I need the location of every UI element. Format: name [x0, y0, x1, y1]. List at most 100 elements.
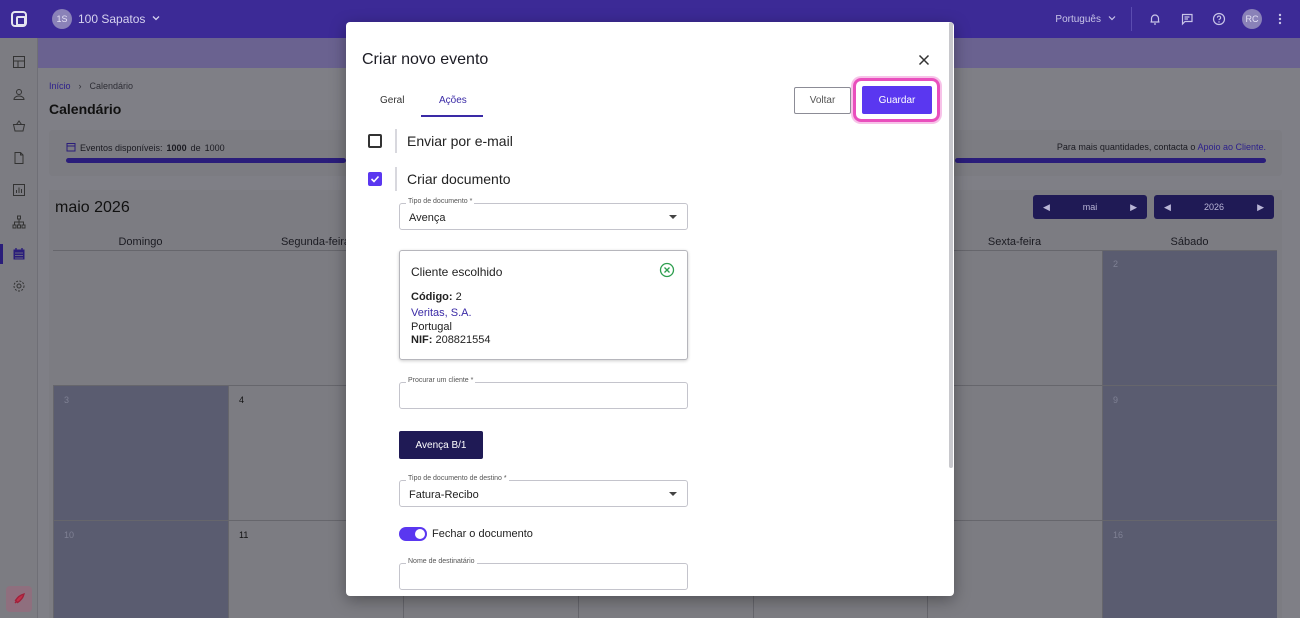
help-icon[interactable]	[1210, 10, 1228, 28]
weekday-saturday: Sábado	[1170, 236, 1209, 248]
client-code-value: 2	[455, 291, 462, 303]
year-navigator: ◀ 2026 ▶	[1154, 195, 1274, 219]
active-tab-indicator	[421, 115, 483, 117]
tab-geral[interactable]: Geral	[380, 95, 404, 106]
support-link[interactable]: Apoio ao Cliente.	[1197, 142, 1266, 152]
target-doc-type-value: Fatura-Recibo	[409, 489, 479, 501]
caret-down-icon	[669, 492, 677, 496]
save-button[interactable]: Guardar	[862, 86, 932, 114]
back-button[interactable]: Voltar	[794, 87, 851, 114]
day-number: 10	[64, 530, 75, 540]
month-label: mai	[1082, 202, 1098, 212]
calendar-day-cell[interactable]: 3	[53, 386, 228, 520]
day-number: 16	[1113, 530, 1124, 540]
client-nif-label: NIF:	[411, 334, 433, 346]
document-action-row: Criar documento	[368, 167, 511, 191]
client-nif-value: 208821554	[435, 334, 491, 346]
user-icon[interactable]	[0, 78, 38, 110]
email-action-label: Enviar por e-mail	[407, 133, 513, 149]
day-number: 2	[1113, 259, 1119, 269]
caret-down-icon	[669, 215, 677, 219]
document-checkbox[interactable]	[368, 172, 382, 186]
calendar-day-cell[interactable]	[753, 596, 928, 618]
calendar-day-cell[interactable]: 10	[53, 521, 228, 618]
more-vertical-icon[interactable]	[1276, 10, 1284, 28]
next-year-button[interactable]: ▶	[1257, 202, 1264, 213]
calendar-day-cell[interactable]	[403, 596, 578, 618]
document-icon[interactable]	[0, 142, 38, 174]
client-nif: NIF: 208821554	[411, 334, 491, 346]
doc-type-legend: Tipo de documento *	[406, 198, 475, 205]
events-of: de	[190, 143, 201, 153]
events-progress-bar	[955, 158, 1266, 163]
prev-month-button[interactable]: ◀	[1043, 202, 1050, 213]
chevron-right-icon: ›	[78, 81, 82, 91]
month-navigator: ◀ mai ▶	[1033, 195, 1147, 219]
page-title: Calendário	[49, 101, 122, 117]
tab-acoes[interactable]: Ações	[439, 95, 467, 106]
network-icon[interactable]	[0, 206, 38, 238]
check-icon	[370, 175, 380, 183]
chart-icon[interactable]	[0, 174, 38, 206]
doc-type-select[interactable]: Tipo de documento * Avença	[399, 198, 688, 230]
close-document-row: Fechar o documento	[399, 527, 533, 541]
calendar-month-title: maio 2026	[55, 199, 130, 216]
remove-client-icon[interactable]	[659, 262, 675, 278]
client-country: Portugal	[411, 321, 452, 333]
events-available: Eventos disponíveis: 1000 de 1000	[66, 142, 225, 154]
day-number: 11	[239, 530, 249, 540]
dialog-title: Criar novo evento	[362, 51, 489, 68]
target-doc-type-legend: Tipo de documento de destino *	[406, 475, 509, 482]
dashboard-icon[interactable]	[0, 46, 38, 78]
close-icon[interactable]	[914, 50, 934, 70]
client-search-input[interactable]: Procurar um cliente *	[399, 377, 688, 409]
calendar-icon	[66, 142, 76, 154]
app-logo[interactable]	[0, 0, 38, 38]
prev-year-button[interactable]: ◀	[1164, 202, 1171, 213]
breadcrumb-current: Calendário	[89, 81, 134, 91]
sidebar	[0, 38, 38, 618]
divider	[395, 129, 397, 153]
events-support-note: Para mais quantidades, contacta o Apoio …	[1057, 142, 1266, 152]
day-number: 9	[1113, 395, 1119, 405]
document-action-label: Criar documento	[407, 171, 511, 187]
recipient-name-input[interactable]: Nome de destinatário	[399, 558, 688, 590]
calendar-day-cell[interactable]	[927, 596, 1102, 618]
breadcrumb-home[interactable]: Início	[49, 81, 71, 91]
company-selector[interactable]: 1S 100 Sapatos	[52, 9, 161, 29]
company-avatar: 1S	[52, 9, 72, 29]
dialog-scrollbar[interactable]	[949, 22, 953, 468]
settings-icon[interactable]	[0, 270, 38, 302]
breadcrumb: Início › Calendário	[49, 81, 133, 91]
close-document-toggle[interactable]	[399, 527, 427, 541]
calendar-icon[interactable]	[0, 238, 38, 270]
user-avatar[interactable]: RC	[1242, 9, 1262, 29]
calendar-day-cell[interactable]: 2	[1102, 251, 1277, 385]
recipient-name-legend: Nome de destinatário	[406, 558, 477, 565]
create-event-dialog: Criar novo evento Geral Ações Voltar Gua…	[346, 22, 954, 596]
calendar-day-cell[interactable]	[578, 596, 753, 618]
chevron-down-icon	[151, 12, 161, 26]
doc-type-value: Avença	[409, 212, 446, 224]
calendar-day-cell[interactable]: 16	[1102, 521, 1277, 618]
next-month-button[interactable]: ▶	[1130, 202, 1137, 213]
rocket-icon[interactable]	[6, 586, 32, 612]
chat-icon[interactable]	[1178, 10, 1196, 28]
target-doc-type-select[interactable]: Tipo de documento de destino * Fatura-Re…	[399, 475, 688, 507]
language-selector[interactable]: Português	[1055, 13, 1117, 26]
year-label: 2026	[1203, 202, 1225, 212]
basket-icon[interactable]	[0, 110, 38, 142]
events-progress-bar	[66, 158, 346, 163]
language-label: Português	[1055, 13, 1101, 25]
events-total: 1000	[204, 143, 225, 153]
divider	[1131, 7, 1132, 31]
document-series-button[interactable]: Avença B/1	[399, 431, 483, 459]
bell-icon[interactable]	[1146, 10, 1164, 28]
company-name: 100 Sapatos	[78, 12, 146, 26]
calendar-day-cell[interactable]: 9	[1102, 386, 1277, 520]
email-checkbox[interactable]	[368, 134, 382, 148]
client-card-title: Cliente escolhido	[411, 265, 503, 279]
chevron-down-icon	[1107, 13, 1117, 26]
events-available-count: 1000	[166, 143, 187, 153]
client-name-link[interactable]: Veritas, S.A.	[411, 307, 472, 319]
